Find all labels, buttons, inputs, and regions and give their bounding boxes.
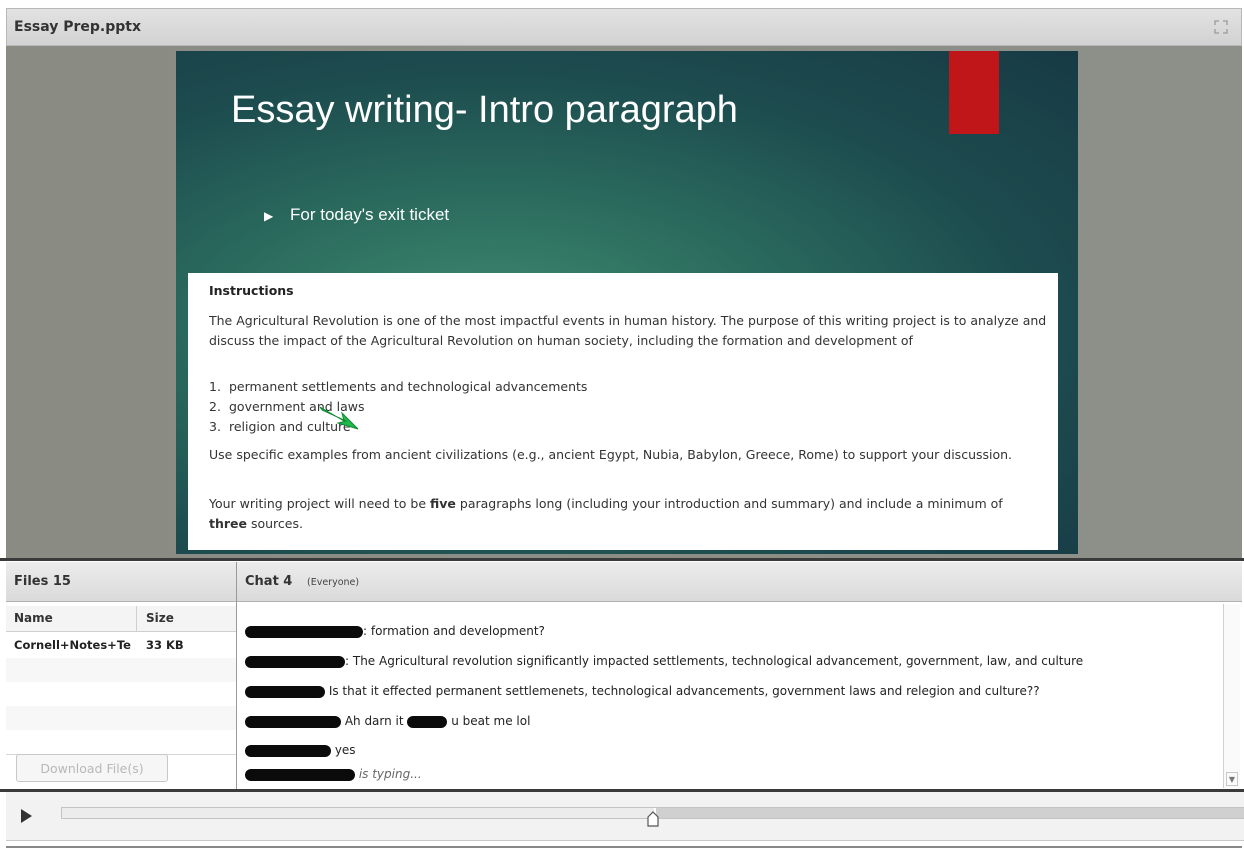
list-item: 2. government and laws xyxy=(209,399,365,414)
chat-message: yes xyxy=(245,743,356,757)
redacted-username xyxy=(245,715,341,728)
files-title: Files 15 xyxy=(14,574,71,589)
redacted-username xyxy=(245,655,345,668)
column-name[interactable]: Name xyxy=(14,611,53,625)
panel-divider[interactable] xyxy=(0,558,1244,561)
file-size: 33 KB xyxy=(146,638,184,652)
list-item: 1. permanent settlements and technologica… xyxy=(209,379,588,394)
redacted-username xyxy=(245,685,325,698)
instructions-intro: The Agricultural Revolution is one of th… xyxy=(209,313,1047,348)
table-row xyxy=(6,658,236,682)
redacted-username xyxy=(245,744,331,757)
progress-fill xyxy=(62,808,654,818)
pointer-arrow-icon xyxy=(319,406,359,430)
redacted-username xyxy=(245,625,363,638)
presentation-slide: Essay writing- Intro paragraph ▶ For tod… xyxy=(176,51,1078,554)
chat-panel: Chat 4 (Everyone) : formation and develo… xyxy=(237,562,1242,790)
slide-accent-bar xyxy=(949,51,999,134)
chat-message: : formation and development? xyxy=(245,624,545,638)
typing-indicator: is typing... xyxy=(245,767,422,781)
redacted-username xyxy=(245,768,355,781)
column-divider[interactable] xyxy=(136,606,137,632)
instructions-length: Your writing project will need to be fiv… xyxy=(209,496,1003,531)
list-item: 3. religion and culture xyxy=(209,419,351,434)
chat-header: Chat 4 (Everyone) xyxy=(237,562,1242,602)
table-row xyxy=(6,706,236,730)
column-size[interactable]: Size xyxy=(146,611,174,625)
files-column-header: Name Size xyxy=(6,606,236,632)
files-panel: Files 15 Name Size Cornell+Notes+Te 33 K… xyxy=(6,562,237,790)
chat-message: : The Agricultural revolution significan… xyxy=(245,654,1083,668)
chat-audience[interactable]: (Everyone) xyxy=(307,577,359,588)
instructions-heading: Instructions xyxy=(209,283,294,298)
progress-remaining xyxy=(656,808,1244,818)
files-header: Files 15 xyxy=(6,562,236,602)
chat-scrollbar[interactable]: ▼ xyxy=(1223,604,1240,788)
chat-message: Is that it effected permanent settlemene… xyxy=(245,684,1040,698)
progress-thumb-icon[interactable] xyxy=(647,811,659,827)
redacted-name xyxy=(407,715,448,728)
table-row xyxy=(6,682,236,706)
instructions-examples: Use specific examples from ancient civil… xyxy=(209,447,1013,462)
table-row[interactable]: Cornell+Notes+Te 33 KB xyxy=(6,634,236,658)
chat-message: Ah darn it u beat me lol xyxy=(245,714,530,728)
expand-icon[interactable] xyxy=(1213,19,1229,35)
slide-bullet: For today's exit ticket xyxy=(290,205,450,224)
window-titlebar: Essay Prep.pptx xyxy=(6,8,1242,46)
download-files-button[interactable]: Download File(s) xyxy=(16,754,168,782)
document-title: Essay Prep.pptx xyxy=(14,19,142,35)
instructions-card: Instructions The Agricultural Revolution… xyxy=(188,273,1058,550)
play-icon[interactable] xyxy=(12,802,40,830)
scroll-down-icon[interactable]: ▼ xyxy=(1226,772,1238,786)
table-row xyxy=(6,730,236,755)
slide-title: Essay writing- Intro paragraph xyxy=(231,89,738,131)
chat-title: Chat 4 xyxy=(245,574,293,589)
bullet-arrow-icon: ▶ xyxy=(264,209,274,223)
instructions-list: 1. permanent settlements and technologica… xyxy=(209,377,587,437)
playback-bar xyxy=(6,792,1244,841)
bottom-border xyxy=(6,846,1242,848)
file-name: Cornell+Notes+Te xyxy=(14,638,131,652)
